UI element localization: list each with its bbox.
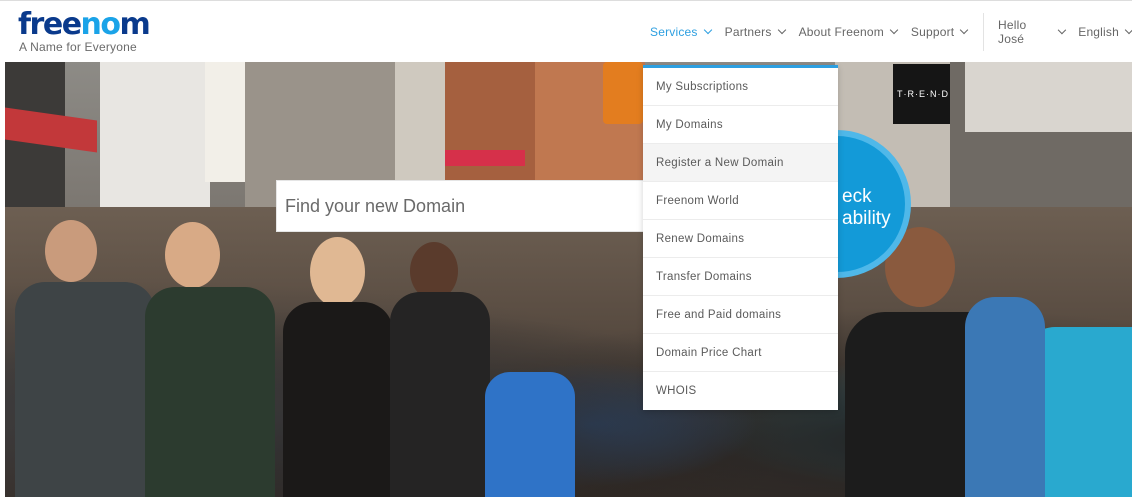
menu-item-domain-price-chart[interactable]: Domain Price Chart xyxy=(643,334,838,372)
menu-item-whois[interactable]: WHOIS xyxy=(643,372,838,410)
nav-support[interactable]: Support xyxy=(911,25,969,39)
domain-search-bar xyxy=(276,180,648,232)
menu-item-my-subscriptions[interactable]: My Subscriptions xyxy=(643,68,838,106)
chevron-down-icon xyxy=(960,25,969,35)
domain-search-input[interactable] xyxy=(277,181,647,231)
menu-item-free-and-paid-domains[interactable]: Free and Paid domains xyxy=(643,296,838,334)
menu-item-transfer-domains[interactable]: Transfer Domains xyxy=(643,258,838,296)
nav-user-menu[interactable]: Hello José xyxy=(998,18,1066,46)
site-header: freenom A Name for Everyone Services Par… xyxy=(0,0,1132,62)
hero-background-photo: T·R·E·N·D xyxy=(5,62,1132,497)
menu-item-my-domains[interactable]: My Domains xyxy=(643,106,838,144)
chevron-down-icon xyxy=(1124,25,1132,35)
nav-divider xyxy=(983,13,984,51)
menu-item-freenom-world[interactable]: Freenom World xyxy=(643,182,838,220)
nav-services[interactable]: Services xyxy=(650,25,712,39)
logo-tagline: A Name for Everyone xyxy=(19,40,137,54)
chevron-down-icon xyxy=(889,25,899,35)
chevron-down-icon xyxy=(777,25,786,35)
check-availability-label: eck ability xyxy=(842,186,891,229)
logo-wordmark: freenom xyxy=(18,7,151,42)
nav-partners[interactable]: Partners xyxy=(725,25,786,39)
services-dropdown-menu: My Subscriptions My Domains Register a N… xyxy=(643,65,838,410)
nav-about-freenom[interactable]: About Freenom xyxy=(799,25,899,39)
menu-item-renew-domains[interactable]: Renew Domains xyxy=(643,220,838,258)
trend-store-sign: T·R·E·N·D xyxy=(893,64,953,124)
nav-language[interactable]: English xyxy=(1078,25,1132,39)
chevron-down-icon xyxy=(1057,25,1066,35)
chevron-down-icon xyxy=(703,25,712,35)
freenom-logo[interactable]: freenom A Name for Everyone xyxy=(18,7,151,55)
menu-item-register-new-domain[interactable]: Register a New Domain xyxy=(643,144,838,182)
user-nav: Hello José English xyxy=(998,1,1132,63)
main-nav: Services Partners About Freenom Support xyxy=(650,1,981,63)
